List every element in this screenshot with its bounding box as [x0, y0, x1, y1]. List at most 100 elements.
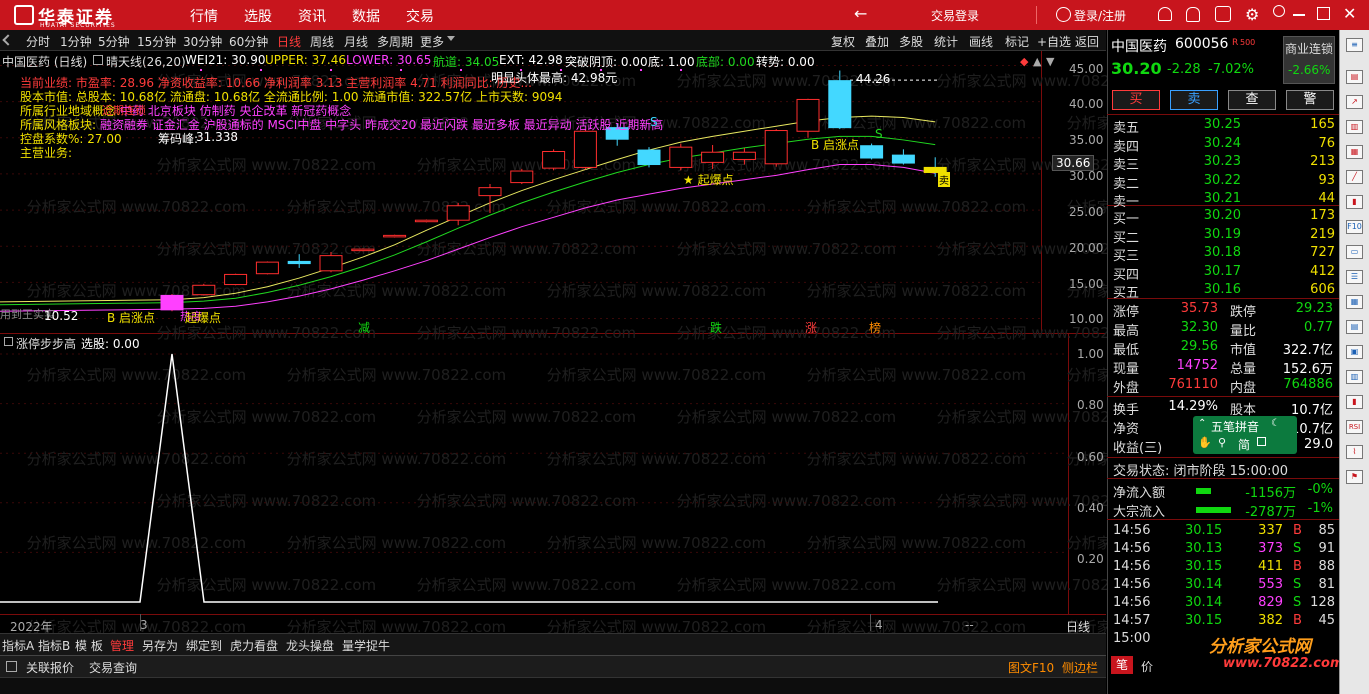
- candle-body[interactable]: [351, 248, 375, 252]
- menu-data[interactable]: 数据: [352, 6, 380, 26]
- period-1min[interactable]: 1分钟: [60, 33, 92, 50]
- candle-body[interactable]: [414, 219, 438, 223]
- candle-body[interactable]: [828, 80, 852, 129]
- candle-body[interactable]: [701, 151, 725, 163]
- ime-simplified[interactable]: 简: [1238, 436, 1250, 453]
- price-mode-button[interactable]: 价: [1141, 658, 1153, 675]
- order-row[interactable]: 买四 30.17 412: [1113, 264, 1335, 283]
- tab-indicator-a[interactable]: 指标A: [2, 637, 34, 654]
- alert-button[interactable]: 警: [1286, 90, 1334, 110]
- tab-liangxue[interactable]: 量学捉牛: [342, 637, 390, 654]
- tick-mode-button[interactable]: 笔: [1111, 656, 1133, 674]
- candle-body[interactable]: [319, 255, 343, 272]
- sidebar-chart-icon[interactable]: ▤: [1346, 70, 1363, 84]
- sidebar-macd-icon[interactable]: ⌇: [1346, 445, 1363, 459]
- tool-adjust[interactable]: 复权: [831, 33, 855, 50]
- settings-gear-icon[interactable]: ⚙: [1245, 5, 1259, 24]
- up-arrow-icon[interactable]: ▲: [1033, 55, 1041, 68]
- tab-longtou[interactable]: 龙头操盘: [286, 637, 334, 654]
- tab-bind-to[interactable]: 绑定到: [186, 637, 222, 654]
- ime-search-icon[interactable]: ⚲: [1218, 436, 1226, 449]
- order-row[interactable]: 卖三 30.23 213: [1113, 154, 1335, 173]
- candle-body[interactable]: [510, 170, 534, 184]
- candle-body[interactable]: [796, 98, 820, 132]
- buy-button[interactable]: 买: [1112, 90, 1160, 110]
- collapse-icon[interactable]: [2, 34, 14, 46]
- period-monthly[interactable]: 月线: [344, 33, 368, 50]
- order-row[interactable]: 买二 30.19 219: [1113, 227, 1335, 246]
- indicator-select-icon[interactable]: [93, 55, 103, 65]
- tool-add-favorite[interactable]: +自选: [1037, 33, 1071, 50]
- close-icon[interactable]: ✕: [1343, 4, 1356, 23]
- trade-login-button[interactable]: 交易登录: [931, 7, 979, 24]
- sidebar-line-icon[interactable]: ╱: [1346, 170, 1363, 184]
- bell-icon[interactable]: [1186, 7, 1200, 22]
- sidebar-grid-icon[interactable]: ▦: [1346, 295, 1363, 309]
- ime-moon-icon[interactable]: ☾: [1271, 418, 1280, 429]
- menu-screener[interactable]: 选股: [244, 6, 272, 26]
- sidebar-form-icon[interactable]: ▣: [1346, 345, 1363, 359]
- tab-template[interactable]: 模 板: [75, 637, 103, 654]
- period-timeshare[interactable]: 分时: [26, 33, 50, 50]
- candle-body[interactable]: [478, 187, 502, 197]
- indicator-select-icon[interactable]: [4, 337, 13, 346]
- candle-body[interactable]: [573, 130, 597, 168]
- period-more[interactable]: 更多: [420, 33, 444, 50]
- candle-body[interactable]: [224, 273, 248, 286]
- ime-expand-icon[interactable]: ⌃: [1198, 418, 1206, 429]
- sidebar-candle-icon[interactable]: ▮: [1346, 195, 1363, 209]
- scroll-dash[interactable]: --: [965, 618, 974, 632]
- tool-overlay[interactable]: 叠加: [865, 33, 889, 50]
- period-60min[interactable]: 60分钟: [229, 33, 268, 50]
- menu-news[interactable]: 资讯: [298, 6, 326, 26]
- indicator-title[interactable]: 涨停步步高: [16, 335, 76, 352]
- candle-body[interactable]: [891, 154, 915, 164]
- sidebar-signal-icon[interactable]: ⚑: [1346, 470, 1363, 484]
- ime-grid-icon[interactable]: [1257, 437, 1266, 446]
- candle-body[interactable]: [287, 260, 311, 265]
- candle-body[interactable]: [732, 151, 756, 160]
- query-button[interactable]: 查: [1228, 90, 1276, 110]
- menu-icon[interactable]: [6, 661, 17, 672]
- order-row[interactable]: 买三 30.18 727: [1113, 245, 1335, 264]
- sidebar-compare-icon[interactable]: ▥: [1346, 370, 1363, 384]
- sidebar-toggle[interactable]: 侧边栏: [1062, 659, 1098, 676]
- related-quote-button[interactable]: 关联报价: [26, 659, 74, 676]
- period-daily[interactable]: 日线: [277, 33, 301, 50]
- tab-indicator-b[interactable]: 指标B: [38, 637, 70, 654]
- f10-button[interactable]: 图文F10: [1008, 659, 1054, 676]
- sidebar-list-icon[interactable]: ☰: [1346, 270, 1363, 284]
- indicator-chart[interactable]: [0, 334, 1068, 614]
- sidebar-doc-icon[interactable]: ▭: [1346, 245, 1363, 259]
- sidebar-f10-icon[interactable]: F10: [1346, 220, 1363, 234]
- tool-back[interactable]: 返回: [1075, 33, 1099, 50]
- back-arrow-icon[interactable]: ←: [854, 4, 867, 23]
- tool-draw[interactable]: 画线: [969, 33, 993, 50]
- indicator-name[interactable]: 晴天线(26,20): [106, 53, 186, 70]
- order-row[interactable]: 卖四 30.24 76: [1113, 136, 1335, 155]
- candle-body[interactable]: [192, 284, 216, 296]
- user-login-button[interactable]: 登录/注册: [1074, 7, 1126, 24]
- down-arrow-icon[interactable]: ▼: [1046, 55, 1054, 68]
- tab-save-as[interactable]: 另存为: [142, 637, 178, 654]
- menu-trade[interactable]: 交易: [406, 6, 434, 26]
- order-row[interactable]: 卖一 30.21 44: [1113, 191, 1335, 210]
- order-row[interactable]: 卖五 30.25 165: [1113, 117, 1335, 136]
- ime-toolbar[interactable]: 五笔拼音 ⌃ ☾ ✋ ⚲ 简: [1193, 416, 1297, 454]
- sell-button[interactable]: 卖: [1170, 90, 1218, 110]
- sidebar-vol-icon[interactable]: ▮: [1346, 395, 1363, 409]
- headset-icon[interactable]: [1158, 7, 1172, 21]
- sidebar-trend-icon[interactable]: ↗: [1346, 95, 1363, 109]
- ime-hand-icon[interactable]: ✋: [1198, 436, 1212, 449]
- chevron-down-icon[interactable]: [447, 36, 455, 41]
- sidebar-kline-icon[interactable]: ▥: [1346, 120, 1363, 134]
- candle-body[interactable]: [637, 149, 661, 166]
- toolbox-icon[interactable]: [1215, 6, 1231, 22]
- tool-stats[interactable]: 统计: [934, 33, 958, 50]
- order-row[interactable]: 买一 30.20 173: [1113, 208, 1335, 227]
- trade-query-button[interactable]: 交易查询: [89, 659, 137, 676]
- sidebar-table-icon[interactable]: ▤: [1346, 320, 1363, 334]
- menu-quotes[interactable]: 行情: [190, 6, 218, 26]
- order-row[interactable]: 买五 30.16 606: [1113, 282, 1335, 301]
- tab-manage[interactable]: 管理: [110, 637, 134, 654]
